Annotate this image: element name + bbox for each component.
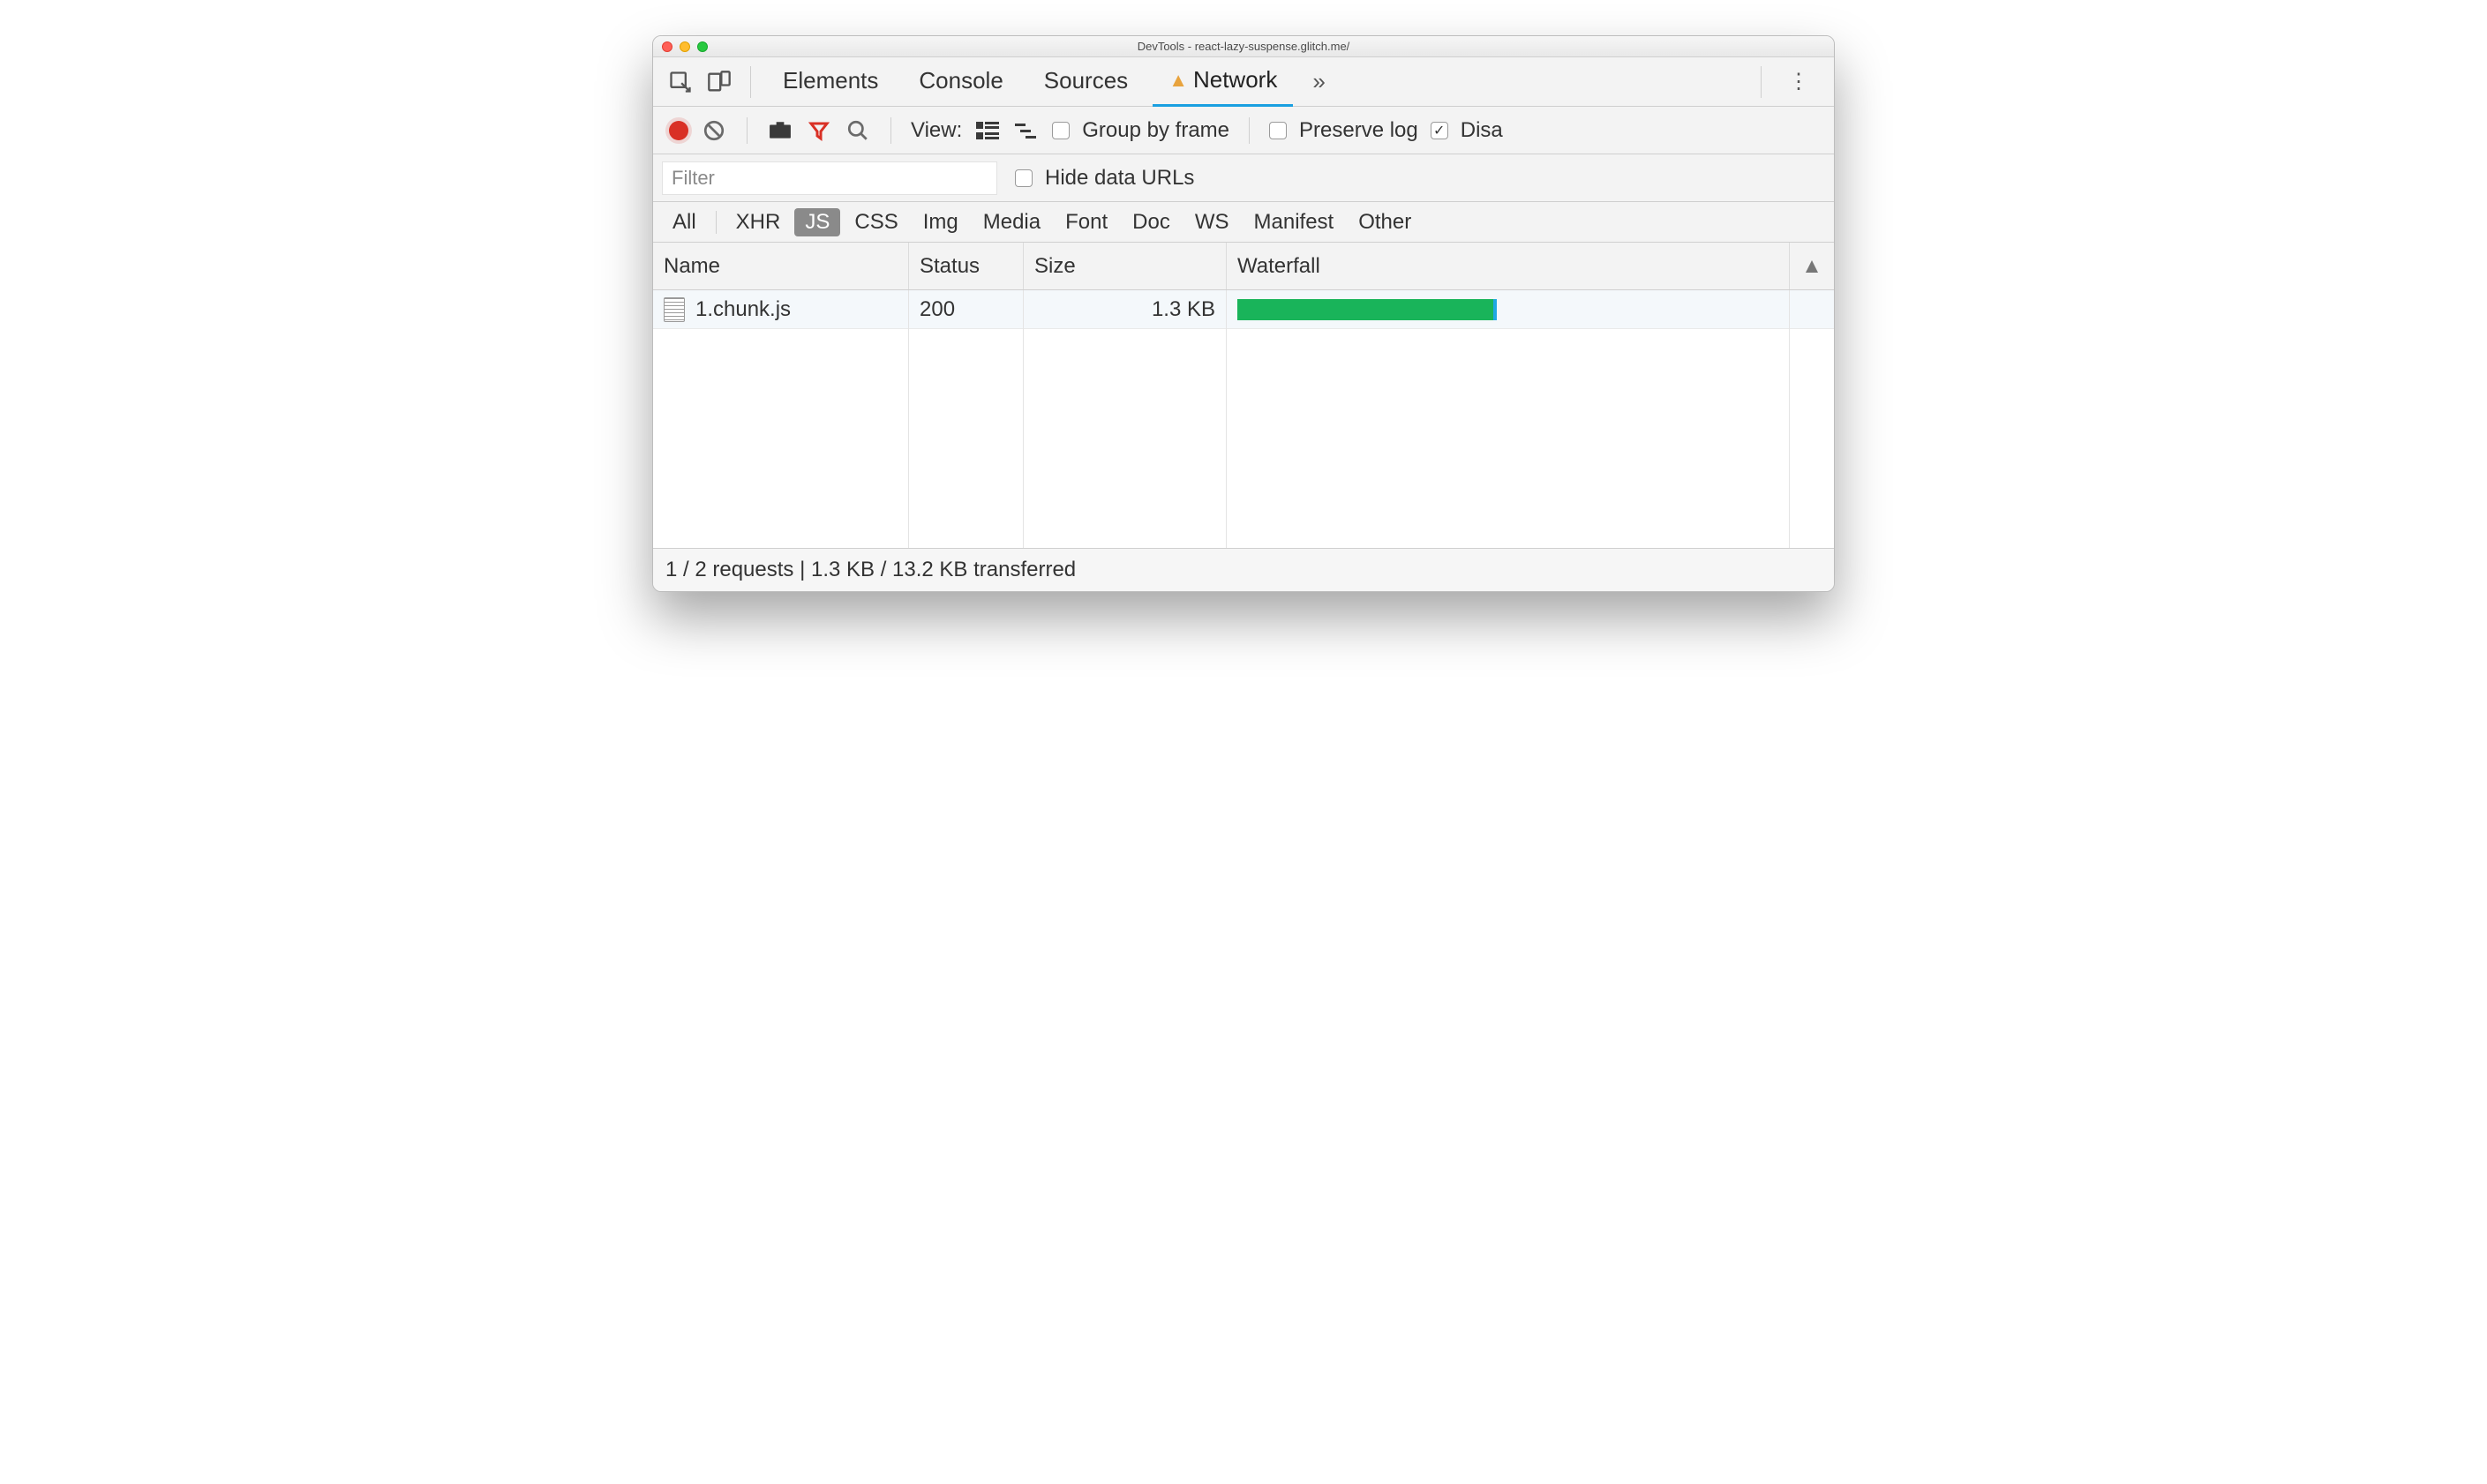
window-title: DevTools - react-lazy-suspense.glitch.me… — [653, 40, 1834, 53]
tab-sources[interactable]: Sources — [1028, 58, 1144, 105]
tab-elements[interactable]: Elements — [767, 58, 894, 105]
type-manifest[interactable]: Manifest — [1244, 208, 1345, 236]
disable-cache-checkbox[interactable] — [1431, 122, 1448, 139]
status-bar: 1 / 2 requests | 1.3 KB / 13.2 KB transf… — [653, 549, 1834, 591]
cell-name: 1.chunk.js — [653, 290, 909, 328]
record-button[interactable] — [669, 121, 688, 140]
type-doc[interactable]: Doc — [1122, 208, 1181, 236]
table-header: Name Status Size Waterfall ▲ — [653, 243, 1834, 290]
type-font[interactable]: Font — [1055, 208, 1118, 236]
preserve-log-label: Preserve log — [1299, 118, 1418, 143]
devtools-window: DevTools - react-lazy-suspense.glitch.me… — [652, 35, 1835, 592]
table-row[interactable]: 1.chunk.js 200 1.3 KB — [653, 290, 1834, 329]
separator — [750, 66, 751, 98]
filter-input[interactable] — [662, 161, 997, 195]
network-toolbar: View: Group by frame Preserve log Disa — [653, 107, 1834, 154]
search-icon[interactable] — [845, 117, 871, 144]
tab-network[interactable]: ▲Network — [1153, 57, 1293, 107]
cell-empty — [1790, 290, 1834, 328]
col-name[interactable]: Name — [653, 243, 909, 289]
cell-waterfall — [1227, 290, 1790, 328]
warning-icon: ▲ — [1168, 69, 1188, 91]
table-body: 1.chunk.js 200 1.3 KB — [653, 290, 1834, 548]
device-toggle-icon[interactable] — [704, 67, 734, 97]
file-icon — [664, 297, 685, 322]
clear-icon[interactable] — [701, 117, 727, 144]
type-img[interactable]: Img — [913, 208, 969, 236]
capture-screenshot-icon[interactable] — [767, 117, 793, 144]
settings-menu-icon[interactable]: ⋮ — [1777, 69, 1822, 94]
type-media[interactable]: Media — [973, 208, 1051, 236]
requests-table: Name Status Size Waterfall ▲ 1.chunk.js … — [653, 243, 1834, 549]
hide-data-urls-checkbox[interactable] — [1015, 169, 1033, 187]
view-label: View: — [911, 118, 962, 143]
group-by-frame-checkbox[interactable] — [1052, 122, 1070, 139]
col-waterfall[interactable]: Waterfall — [1227, 243, 1790, 289]
large-rows-icon[interactable] — [974, 117, 1001, 144]
type-css[interactable]: CSS — [844, 208, 908, 236]
cell-status: 200 — [909, 290, 1024, 328]
preserve-log-checkbox[interactable] — [1269, 122, 1287, 139]
waterfall-bar — [1237, 299, 1497, 320]
inspect-element-icon[interactable] — [665, 67, 695, 97]
more-tabs-icon[interactable]: » — [1302, 68, 1335, 95]
file-name: 1.chunk.js — [695, 297, 791, 322]
tab-network-label: Network — [1193, 66, 1277, 93]
cell-size: 1.3 KB — [1024, 290, 1227, 328]
hide-data-urls-label: Hide data URLs — [1045, 166, 1194, 191]
type-filter-bar: All XHR JS CSS Img Media Font Doc WS Man… — [653, 202, 1834, 243]
type-all[interactable]: All — [662, 208, 707, 236]
status-text: 1 / 2 requests | 1.3 KB / 13.2 KB transf… — [665, 558, 1076, 582]
panel-tabs: Elements Console Sources ▲Network » ⋮ — [653, 57, 1834, 107]
col-size[interactable]: Size — [1024, 243, 1227, 289]
overview-icon[interactable] — [1013, 117, 1040, 144]
filter-icon[interactable] — [806, 117, 832, 144]
filter-bar: Hide data URLs — [653, 154, 1834, 202]
disable-cache-label: Disa — [1461, 118, 1503, 143]
type-xhr[interactable]: XHR — [725, 208, 792, 236]
sort-indicator-icon[interactable]: ▲ — [1790, 243, 1834, 289]
titlebar: DevTools - react-lazy-suspense.glitch.me… — [653, 36, 1834, 57]
group-by-frame-label: Group by frame — [1082, 118, 1229, 143]
separator — [1761, 66, 1762, 98]
type-ws[interactable]: WS — [1184, 208, 1240, 236]
col-status[interactable]: Status — [909, 243, 1024, 289]
tab-console[interactable]: Console — [903, 58, 1018, 105]
type-other[interactable]: Other — [1348, 208, 1422, 236]
type-js[interactable]: JS — [794, 208, 840, 236]
